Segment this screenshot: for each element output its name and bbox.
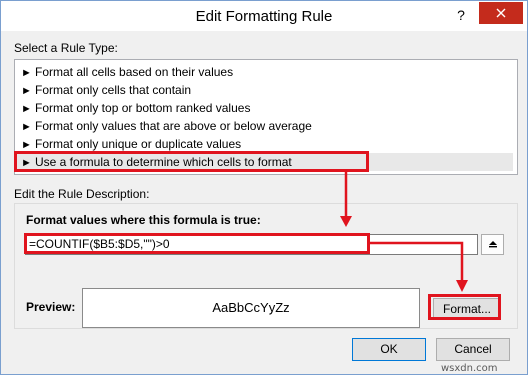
arrow-to-format (370, 241, 464, 283)
arrow-to-format-head (456, 280, 468, 292)
annotation-arrows (340, 172, 468, 292)
watermark: wsxdn.com (441, 363, 498, 374)
arrow-to-formula-head (340, 216, 352, 227)
edit-formatting-rule-dialog: Edit Formatting Rule ? Select a Rule Typ… (0, 0, 528, 375)
